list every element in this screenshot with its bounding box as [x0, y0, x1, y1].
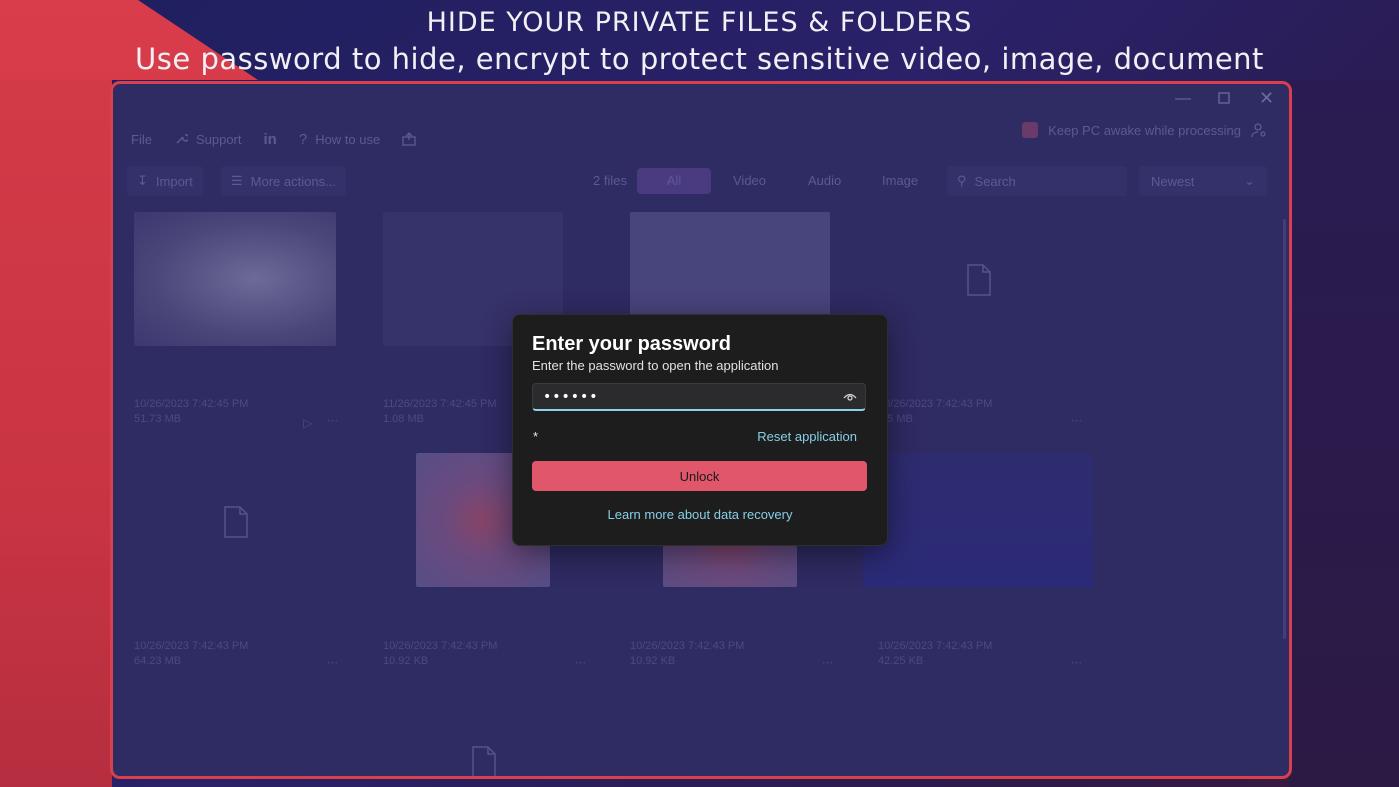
tab-all[interactable]: All	[637, 168, 711, 194]
document-icon	[967, 264, 991, 296]
import-label: Import	[155, 173, 193, 189]
more-icon[interactable]: ⋯	[327, 414, 338, 429]
more-icon[interactable]: ⋯	[1071, 414, 1082, 429]
close-icon[interactable]: ✕	[1259, 88, 1274, 109]
file-count: 2 files	[593, 173, 627, 188]
password-input[interactable]	[533, 384, 833, 409]
file-date: 10/26/2023 7:42:43 PM	[630, 640, 745, 652]
how-to-use-label: How to use	[315, 131, 381, 147]
file-size: 42.25 KB	[878, 655, 924, 667]
tab-video[interactable]: Video	[733, 168, 766, 194]
tab-image[interactable]: Image	[882, 168, 918, 194]
more-icon[interactable]: ⋯	[1071, 656, 1082, 671]
list-icon: ☰	[231, 173, 243, 188]
keep-awake-checkbox[interactable]	[1022, 122, 1039, 138]
top-toolbar: File Support in ? How to use	[131, 124, 416, 154]
dialog-subtitle: Enter the password to open the applicati…	[532, 358, 779, 373]
file-size: 4.5 MB	[878, 413, 913, 425]
how-to-use-button[interactable]: ? How to use	[299, 131, 380, 148]
file-meta: 10/26/2023 7:42:43 PM 10.92 KB	[630, 639, 744, 669]
linkedin-icon: in	[263, 130, 277, 148]
file-meta: 11/26/2023 7:42:45 PM 1.08 MB	[383, 397, 497, 427]
left-red-band	[0, 80, 112, 787]
password-dialog: Enter your password Enter the password t…	[512, 314, 888, 546]
banner: HIDE YOUR PRIVATE FILES & FOLDERS Use pa…	[0, 4, 1399, 76]
unlock-button[interactable]: Unlock	[532, 461, 867, 491]
file-date: 10/26/2023 7:42:43 PM	[878, 640, 993, 652]
banner-subheadline: Use password to hide, encrypt to protect…	[135, 42, 1264, 76]
linkedin-button[interactable]: in	[264, 131, 277, 148]
chevron-down-icon: ⌄	[1244, 173, 1255, 188]
file-date: 10/26/2023 7:42:43 PM	[383, 640, 498, 652]
file-size: 10.92 KB	[630, 655, 676, 667]
file-meta: 10/26/2023 7:42:43 PM 4.5 MB	[878, 397, 992, 427]
keep-awake-toggle[interactable]: Keep PC awake while processing	[1022, 122, 1267, 138]
download-icon: ↧	[137, 173, 148, 188]
support-button[interactable]: Support	[174, 132, 242, 147]
file-meta: 10/26/2023 7:42:45 PM 51.73 MB	[134, 397, 248, 427]
file-date: 10/26/2023 7:42:43 PM	[134, 640, 249, 652]
file-menu-label: File	[131, 131, 152, 147]
import-button[interactable]: ↧ Import	[127, 166, 203, 196]
wrench-icon	[176, 134, 188, 144]
more-icon[interactable]: ⋯	[327, 656, 338, 671]
more-actions-button[interactable]: ☰ More actions...	[221, 166, 346, 196]
search-placeholder: Search	[974, 173, 1016, 189]
keep-awake-label: Keep PC awake while processing	[1048, 122, 1241, 138]
tab-audio[interactable]: Audio	[808, 168, 841, 194]
more-actions-label: More actions...	[250, 173, 336, 189]
sort-dropdown[interactable]: Newest ⌄	[1139, 166, 1267, 196]
required-asterisk: *	[533, 429, 539, 444]
scrollbar[interactable]	[1283, 219, 1286, 639]
title-bar: — ✕	[113, 84, 1289, 124]
file-menu[interactable]: File	[131, 132, 152, 147]
file-size: 10.92 KB	[383, 655, 429, 667]
question-icon: ?	[298, 130, 308, 148]
password-field[interactable]	[532, 383, 866, 411]
file-meta: 10/26/2023 7:42:43 PM 10.92 KB	[383, 639, 497, 669]
file-thumbnail[interactable]	[863, 453, 1093, 587]
file-thumbnail[interactable]	[134, 212, 336, 346]
learn-more-link[interactable]: Learn more about data recovery	[513, 507, 887, 522]
sort-label: Newest	[1151, 173, 1195, 189]
filter-bar: ↧ Import ☰ More actions... 2 files All V…	[127, 166, 1277, 200]
file-date: 10/26/2023 7:42:45 PM	[134, 398, 249, 410]
banner-headline: HIDE YOUR PRIVATE FILES & FOLDERS	[426, 7, 973, 38]
play-icon[interactable]: ▷	[303, 416, 312, 431]
share-icon	[402, 132, 416, 146]
more-icon[interactable]: ⋯	[822, 656, 833, 671]
document-icon	[472, 746, 496, 776]
support-label: Support	[195, 131, 242, 147]
document-icon	[224, 506, 248, 538]
file-size: 1.08 MB	[383, 413, 424, 425]
dialog-title: Enter your password	[532, 333, 731, 355]
share-button[interactable]	[402, 132, 416, 146]
reveal-password-icon[interactable]	[843, 390, 857, 404]
minimize-icon[interactable]: —	[1175, 90, 1191, 108]
file-meta: 10/26/2023 7:42:43 PM 64.23 MB	[134, 639, 248, 669]
maximize-icon[interactable]	[1218, 91, 1230, 109]
file-size: 64.23 MB	[134, 655, 182, 667]
search-icon: ⚲	[957, 173, 967, 188]
file-meta: 10/26/2023 7:42:43 PM 42.25 KB	[878, 639, 992, 669]
user-settings-icon[interactable]	[1251, 122, 1267, 138]
file-date: 10/26/2023 7:42:43 PM	[878, 398, 993, 410]
search-input[interactable]: ⚲ Search	[947, 166, 1127, 196]
reset-application-link[interactable]: Reset application	[757, 429, 857, 444]
more-icon[interactable]: ⋯	[575, 656, 586, 671]
file-size: 51.73 MB	[134, 413, 182, 425]
file-date: 11/26/2023 7:42:45 PM	[383, 398, 497, 410]
right-dark-band	[1289, 80, 1399, 787]
